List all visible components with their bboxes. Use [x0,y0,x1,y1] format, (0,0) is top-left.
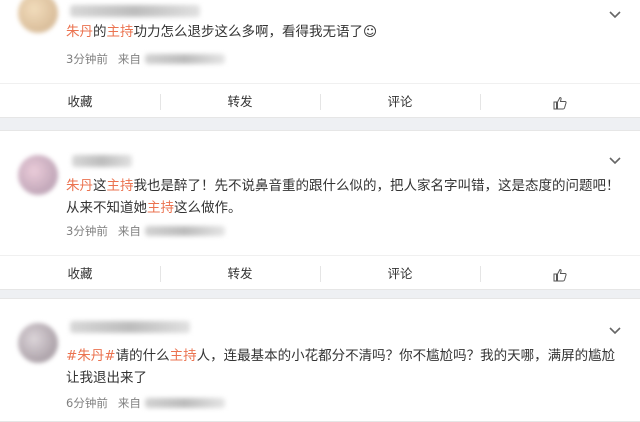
text-segment: 请的什么 [115,348,170,364]
comment-button[interactable]: 评论 [320,84,480,120]
weibo-feed: 朱丹的主持功力怎么退步这么多啊，看得我无语了☺ 3分钟前 来自 收藏 转发 评论… [0,0,640,422]
comment-label: 评论 [387,94,413,109]
favorite-label: 收藏 [67,94,93,109]
highlighted-keyword[interactable]: 朱丹 [66,178,93,194]
username-blurred[interactable] [72,155,132,167]
repost-label: 转发 [227,94,253,109]
highlighted-keyword[interactable]: 主持 [107,178,134,194]
favorite-label: 收藏 [67,266,93,281]
device-blurred[interactable] [144,398,225,408]
favorite-button[interactable]: 收藏 [0,84,160,120]
text-segment: 的 [93,24,107,40]
favorite-button[interactable]: 收藏 [0,256,160,292]
like-button[interactable] [480,84,640,120]
repost-button[interactable]: 转发 [160,256,320,292]
post-time[interactable]: 6分钟前 [66,395,108,411]
weibo-post: #朱丹#请的什么主持人，连最基本的小花都分不清吗？你不尴尬吗？我的天哪，满屏的尴… [0,298,640,422]
highlighted-keyword[interactable]: 朱丹 [66,24,93,40]
highlighted-keyword[interactable]: 主持 [170,348,197,364]
post-text: #朱丹#请的什么主持人，连最基本的小花都分不清吗？你不尴尬吗？我的天哪，满屏的尴… [66,345,624,389]
post-meta: 3分钟前 来自 [66,51,225,67]
repost-label: 转发 [227,266,253,281]
username-blurred[interactable] [70,5,200,17]
post-meta: 6分钟前 来自 [66,395,225,411]
action-bar: 收藏 转发 评论 [0,255,640,292]
highlighted-keyword[interactable]: 主持 [107,24,134,40]
like-button[interactable] [480,256,640,292]
post-text: 朱丹的主持功力怎么退步这么多啊，看得我无语了☺ [66,21,624,43]
chevron-down-icon[interactable] [608,153,622,167]
post-time[interactable]: 3分钟前 [66,51,108,67]
post-time[interactable]: 3分钟前 [66,223,108,239]
avatar[interactable] [18,323,58,363]
action-bar: 收藏 转发 评论 [0,83,640,120]
text-segment: 这么做作。 [174,200,242,216]
chevron-down-icon[interactable] [608,7,622,21]
thumbs-up-icon [553,94,567,109]
source-label: 来自 [117,52,141,66]
device-blurred[interactable] [144,54,225,64]
username-blurred[interactable] [70,321,190,333]
device-blurred[interactable] [144,226,225,236]
weibo-post: 朱丹的主持功力怎么退步这么多啊，看得我无语了☺ 3分钟前 来自 收藏 转发 评论 [0,0,640,118]
comment-button[interactable]: 评论 [320,256,480,292]
source-label: 来自 [117,396,141,410]
text-segment: 这 [93,178,107,194]
highlighted-keyword[interactable]: #朱丹# [66,348,116,364]
highlighted-keyword[interactable]: 主持 [147,200,174,216]
post-text: 朱丹这主持我也是醉了！先不说鼻音重的跟什么似的，把人家名字叫错，这是态度的问题吧… [66,175,624,219]
repost-button[interactable]: 转发 [160,84,320,120]
source-label: 来自 [117,224,141,238]
avatar[interactable] [18,155,58,195]
avatar[interactable] [18,0,58,33]
thumbs-up-icon [553,266,567,281]
post-meta: 3分钟前 来自 [66,223,225,239]
chevron-down-icon[interactable] [608,323,622,337]
text-segment: 功力怎么退步这么多啊，看得我无语了☺ [133,24,378,40]
weibo-post: 朱丹这主持我也是醉了！先不说鼻音重的跟什么似的，把人家名字叫错，这是态度的问题吧… [0,130,640,290]
comment-label: 评论 [387,266,413,281]
